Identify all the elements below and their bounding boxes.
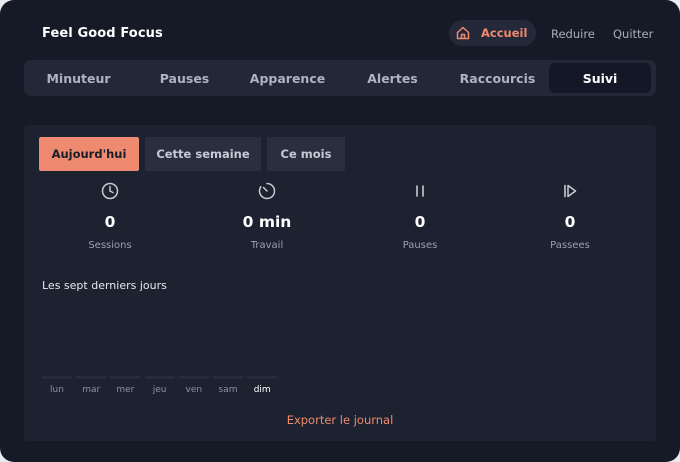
tab-bar: Minuteur Pauses Apparence Alertes Raccou… (24, 60, 656, 96)
pause-icon (416, 185, 424, 197)
stat-label: Passees (550, 240, 590, 251)
stat-value: 0 (104, 213, 116, 231)
home-label: Accueil (481, 26, 528, 40)
stat-work: 0 min Travail (202, 181, 332, 251)
stat-value: 0 (564, 213, 576, 231)
tab-apparence[interactable]: Apparence (236, 63, 339, 93)
export-log-link[interactable]: Exporter le journal (24, 413, 656, 427)
stat-label: Travail (250, 240, 284, 251)
tab-alertes[interactable]: Alertes (341, 63, 444, 93)
stat-label: Sessions (88, 240, 132, 251)
header: Feel Good Focus Accueil Reduire Quitter (0, 0, 680, 58)
app-title: Feel Good Focus (42, 26, 163, 41)
clock-icon (101, 182, 119, 200)
stat-value: 0 (414, 213, 426, 231)
home-button[interactable]: Accueil (449, 20, 536, 46)
chart-bar-sam (213, 376, 243, 379)
chart-bar-ven (178, 376, 209, 379)
stat-sessions: 0 Sessions (45, 181, 175, 251)
stat-skipped: 0 Passees (505, 181, 635, 251)
tab-raccourcis[interactable]: Raccourcis (446, 63, 549, 93)
stat-value: 0 min (242, 213, 292, 231)
period-today-button[interactable]: Aujourd'hui (39, 137, 139, 171)
period-month-button[interactable]: Ce mois (267, 137, 345, 171)
stat-label: Pauses (402, 240, 438, 251)
reduce-button[interactable]: Reduire (551, 27, 595, 41)
timer-icon (258, 182, 276, 200)
tab-pauses[interactable]: Pauses (133, 63, 236, 93)
chart-title: Les sept derniers jours (42, 279, 167, 292)
chart-day-label: dim (253, 385, 271, 395)
tab-minuteur[interactable]: Minuteur (27, 63, 130, 93)
stats-panel: Aujourd'hui Cette semaine Ce mois 0 Sess… (24, 125, 656, 441)
chart-bar-jeu (144, 376, 175, 379)
quit-button[interactable]: Quitter (613, 27, 653, 41)
stat-pauses: 0 Pauses (355, 181, 485, 251)
chart-bar-mar (76, 376, 107, 379)
tab-suivi[interactable]: Suivi (549, 63, 651, 93)
chart-bar-dim (247, 376, 278, 379)
home-icon (456, 26, 470, 40)
chart-bar-mer (110, 376, 141, 379)
chart-bar-lun (42, 376, 72, 379)
skip-icon (564, 184, 577, 198)
period-week-button[interactable]: Cette semaine (145, 137, 261, 171)
app-window: Feel Good Focus Accueil Reduire Quitter … (0, 0, 680, 462)
